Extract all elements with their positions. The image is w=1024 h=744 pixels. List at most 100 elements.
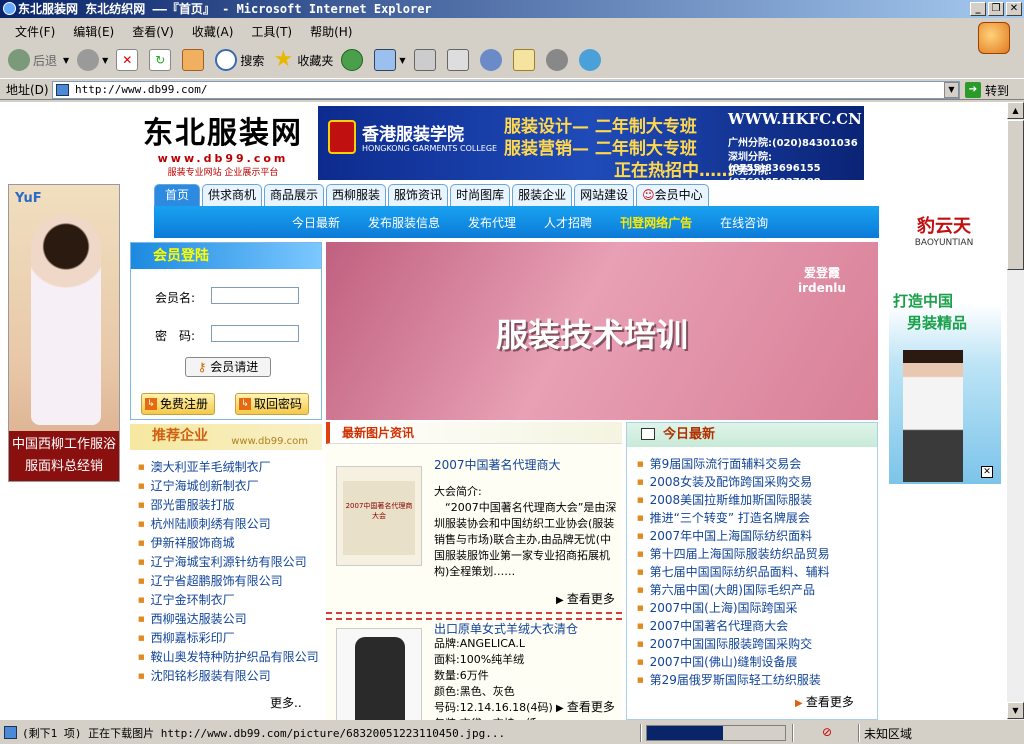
nav-xiliu[interactable]: 西柳服装 [326, 184, 387, 206]
address-dropdown-button[interactable]: ▼ [944, 82, 959, 98]
list-item[interactable]: 澳大利亚羊毛绒制衣厂 [138, 458, 322, 477]
nav-member[interactable]: ☺会员中心 [636, 184, 709, 206]
history-button[interactable] [337, 46, 370, 74]
menu-help[interactable]: 帮助(H) [301, 23, 361, 40]
menu-view[interactable]: 查看(V) [123, 23, 183, 40]
menu-favorites[interactable]: 收藏(A) [183, 23, 243, 40]
arrow-icon: ↳ [239, 398, 251, 410]
search-label: 搜索 [240, 53, 265, 68]
subnav-post[interactable]: 发布服装信息 [368, 214, 440, 231]
back-button[interactable]: 后退 ▼ [4, 46, 73, 74]
search-button[interactable]: 搜索 [211, 46, 268, 74]
subnav-ads[interactable]: 刊登网络广告 [620, 214, 692, 231]
menu-file[interactable]: 文件(F) [6, 23, 64, 40]
username-input[interactable] [211, 287, 299, 304]
list-item[interactable]: 第十四届上海国际服装纺织品贸易 [637, 545, 877, 563]
scroll-down-button[interactable]: ▼ [1007, 702, 1024, 719]
nav-news[interactable]: 服饰资讯 [388, 184, 449, 206]
nav-supply[interactable]: 供求商机 [202, 184, 263, 206]
close-ad-icon[interactable]: ✕ [981, 466, 993, 478]
list-item[interactable]: 2008女装及配饰跨国采购交易 [637, 473, 877, 491]
login-enter-button[interactable]: ⚷ 会员请进 [185, 357, 271, 377]
scroll-up-button[interactable]: ▲ [1007, 102, 1024, 119]
edit-button[interactable] [443, 46, 476, 74]
list-item[interactable]: 2007年中国上海国际纺织面料 [637, 527, 877, 545]
list-item[interactable]: 沈阳铭杉服装有限公司 [138, 667, 322, 686]
refresh-button[interactable]: ↻ [145, 46, 178, 74]
right-ad-brand: 豹云天 [917, 216, 971, 237]
list-item[interactable]: 辽宁海城宝利源针纺有限公司 [138, 553, 322, 572]
nav-home[interactable]: 首页 [154, 184, 200, 206]
list-item[interactable]: 鞍山奥发特种防护织品有限公司 [138, 648, 322, 667]
today-more-link[interactable]: 查看更多 [795, 693, 854, 710]
coat-thumbnail[interactable] [336, 628, 422, 720]
discuss-button[interactable] [476, 46, 509, 74]
subnav-jobs[interactable]: 人才招聘 [544, 214, 592, 231]
forward-arrow-icon [77, 49, 100, 71]
list-item[interactable]: 第29届俄罗斯国际轻工纺织服装 [637, 671, 877, 689]
menu-tools[interactable]: 工具(T) [242, 23, 301, 40]
news-item-title[interactable]: 出口原单女式羊绒大衣清仓 [434, 620, 578, 637]
list-item[interactable]: 西柳嘉标彩印厂 [138, 629, 322, 648]
nav-companies[interactable]: 服装企业 [512, 184, 573, 206]
mail-button[interactable]: ▼ [370, 46, 409, 74]
go-button[interactable]: ➔ 转到 [965, 81, 1009, 99]
list-item[interactable]: 第六届中国(大朗)国际毛织产品 [637, 581, 877, 599]
nav-gallery[interactable]: 时尚图库 [450, 184, 511, 206]
list-item[interactable]: 2008美国拉斯维加斯国际服装 [637, 491, 877, 509]
news-more-link[interactable]: 查看更多 [556, 590, 615, 607]
password-input[interactable] [211, 325, 299, 342]
right-side-ad[interactable]: 豹云天 BAOYUNTIAN 打造中国 男装精品 ✕ [889, 184, 1001, 484]
go-label: 转到 [985, 83, 1010, 98]
left-side-ad[interactable]: YuF 中国西柳工作服浴服面料总经销 [8, 184, 120, 482]
news-item-title[interactable]: 2007中国著名代理商大 [434, 456, 561, 473]
list-item[interactable]: 辽宁金环制衣厂 [138, 591, 322, 610]
favorites-button[interactable]: ★ 收藏夹 [268, 46, 337, 74]
list-item[interactable]: 杭州陆顺刺绣有限公司 [138, 515, 322, 534]
main-banner-ad[interactable]: 爱登霞 irdenlu 服装技术培训 [326, 242, 878, 420]
list-item[interactable]: 2007中国国际服装跨国采购交 [637, 635, 877, 653]
address-input[interactable]: http://www.db99.com/ [52, 81, 960, 99]
home-icon [182, 49, 205, 71]
subnav-consult[interactable]: 在线咨询 [720, 214, 768, 231]
close-button[interactable]: ✕ [1006, 2, 1022, 16]
list-item[interactable]: 邵光雷服装打版 [138, 496, 322, 515]
list-item[interactable]: 辽宁省超鹏服饰有限公司 [138, 572, 322, 591]
subnav-agent[interactable]: 发布代理 [468, 214, 516, 231]
nav-products[interactable]: 商品展示 [264, 184, 325, 206]
list-item[interactable]: 伊新祥服饰商城 [138, 534, 322, 553]
list-item[interactable]: 2007中国(上海)国际跨国采 [637, 599, 877, 617]
favorites-label: 收藏夹 [297, 53, 334, 68]
nav-webbuild[interactable]: 网站建设 [574, 184, 635, 206]
register-button[interactable]: ↳ 免费注册 [141, 393, 215, 415]
qq-button[interactable] [542, 46, 575, 74]
print-button[interactable] [410, 46, 443, 74]
minimize-button[interactable]: _ [970, 2, 986, 16]
news-icon [641, 428, 655, 440]
list-item[interactable]: 辽宁海城创新制衣厂 [138, 477, 322, 496]
list-item[interactable]: 第9届国际流行面辅料交易会 [637, 455, 877, 473]
home-button[interactable] [178, 46, 211, 74]
list-item[interactable]: 推进“三个转变” 打造名牌展会 [637, 509, 877, 527]
site-logo[interactable]: 东北服装网 www.db99.com 服装专业网站 企业展示平台 [128, 102, 318, 180]
recommend-more-link[interactable]: 更多.. [270, 694, 302, 711]
list-item[interactable]: 第七届中国国际纺织品面料、辅料 [637, 563, 877, 581]
list-item[interactable]: 2007中国著名代理商大会 [637, 617, 877, 635]
messenger-button[interactable] [575, 46, 608, 74]
maximize-button[interactable]: ❐ [988, 2, 1004, 16]
forward-button[interactable]: ▼ [73, 46, 112, 74]
news-more-link[interactable]: 查看更多 [556, 698, 615, 715]
news-thumbnail[interactable]: 2007中国著名代理商大会 [336, 466, 422, 566]
stop-button[interactable]: ✕ [112, 46, 145, 74]
scroll-thumb[interactable] [1007, 120, 1024, 270]
banner-school-en: HONGKONG GARMENTS COLLEGE [362, 144, 498, 153]
top-banner-ad[interactable]: 香港服装学院 HONGKONG GARMENTS COLLEGE 服装设计— 二… [318, 106, 864, 188]
recover-password-button[interactable]: ↳ 取回密码 [235, 393, 309, 415]
status-text: (剩下1 项) 正在下载图片 http://www.db99.com/pictu… [22, 727, 506, 740]
menu-edit[interactable]: 编辑(E) [64, 23, 123, 40]
subnav-today[interactable]: 今日最新 [292, 214, 340, 231]
research-button[interactable] [509, 46, 542, 74]
vertical-scrollbar[interactable]: ▲ ▼ [1007, 102, 1024, 720]
list-item[interactable]: 2007中国(佛山)缝制设备展 [637, 653, 877, 671]
list-item[interactable]: 西柳强达服装公司 [138, 610, 322, 629]
